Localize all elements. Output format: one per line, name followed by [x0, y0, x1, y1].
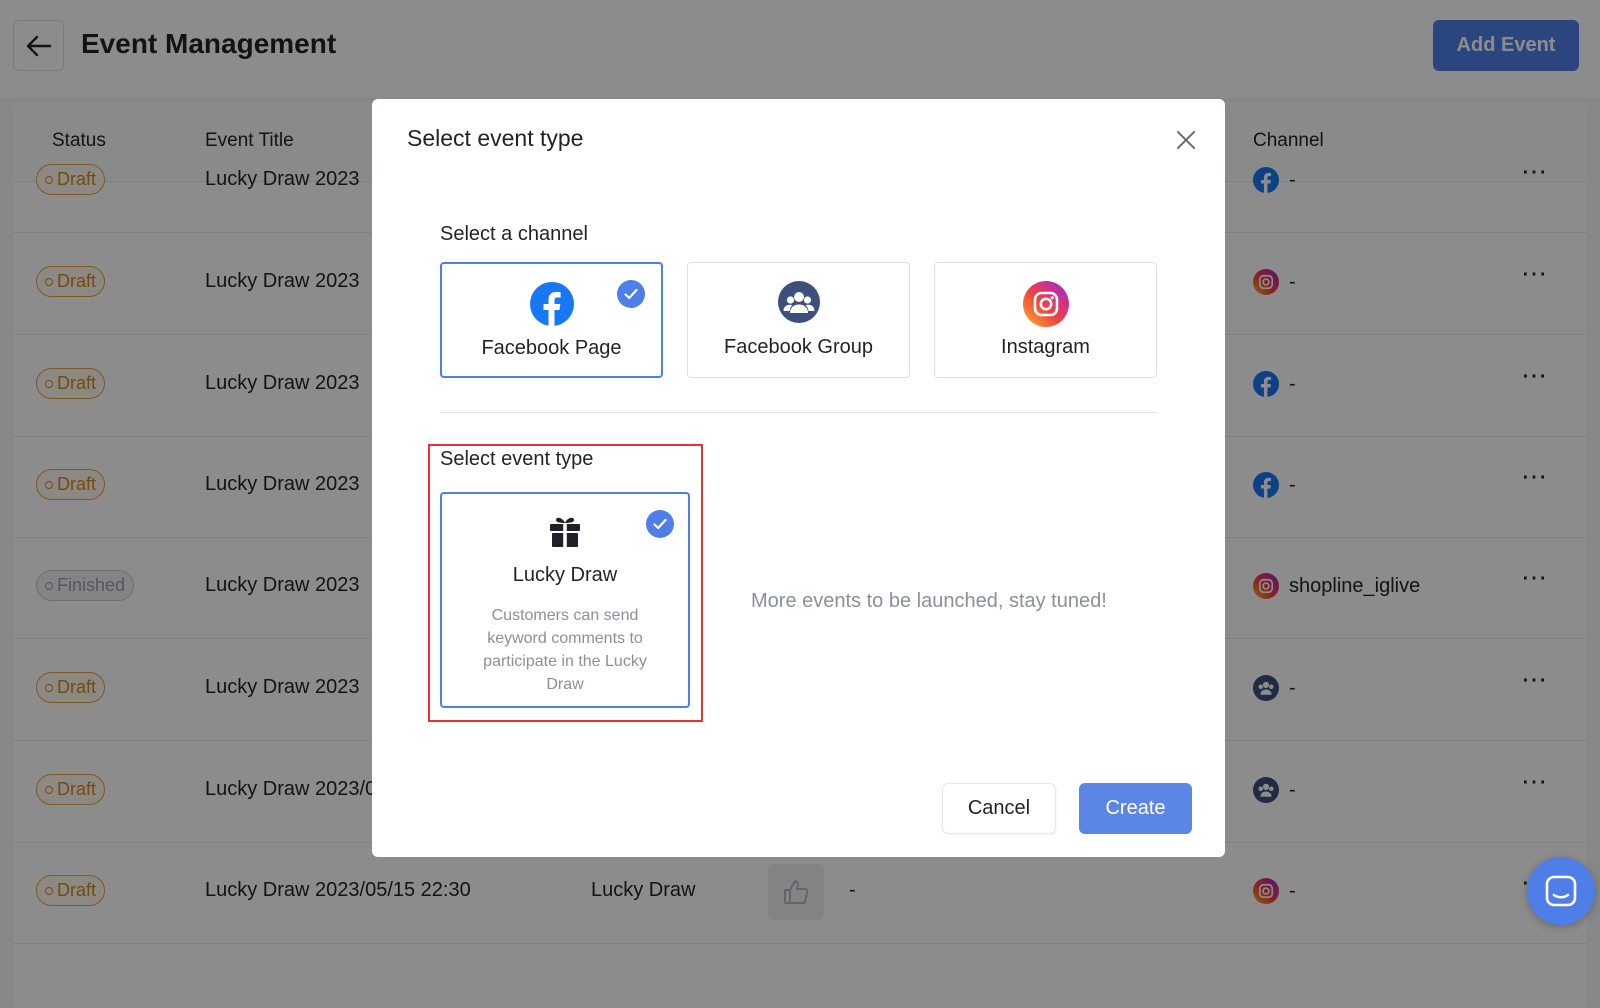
cancel-button[interactable]: Cancel [942, 783, 1056, 834]
facebook-page-icon [529, 282, 574, 331]
channel-card-label: Facebook Page [481, 337, 622, 359]
event-card-description: Customers can send keyword comments to p… [483, 607, 647, 693]
channel-section-label: Select a channel [440, 223, 588, 245]
event-card-lucky-draw[interactable]: Lucky Draw Customers can send keyword co… [440, 492, 690, 708]
close-icon [1177, 131, 1195, 149]
instagram-icon [1022, 281, 1069, 332]
event-card-label: Lucky Draw [512, 564, 618, 586]
section-divider [440, 412, 1157, 413]
coming-soon-text: More events to be launched, stay tuned! [751, 590, 1107, 612]
channel-card-label: Facebook Group [724, 336, 873, 358]
create-button[interactable]: Create [1079, 783, 1192, 834]
close-button[interactable] [1171, 125, 1201, 155]
chat-support-button[interactable] [1527, 857, 1595, 925]
facebook-group-icon [777, 281, 820, 328]
check-icon [617, 280, 645, 308]
event-type-section-label: Select event type [440, 448, 594, 470]
chat-icon [1545, 875, 1577, 907]
channel-card-facebook-group[interactable]: Facebook Group [687, 262, 910, 378]
check-icon [646, 510, 674, 538]
dialog-title: Select event type [407, 125, 584, 151]
channel-card-instagram[interactable]: Instagram [934, 262, 1157, 378]
channel-card-label: Instagram [1001, 336, 1090, 358]
gift-icon [549, 514, 581, 553]
channel-card-facebook-page[interactable]: Facebook Page [440, 262, 663, 378]
select-event-type-dialog: Select event type Select a channel Faceb… [372, 99, 1225, 857]
